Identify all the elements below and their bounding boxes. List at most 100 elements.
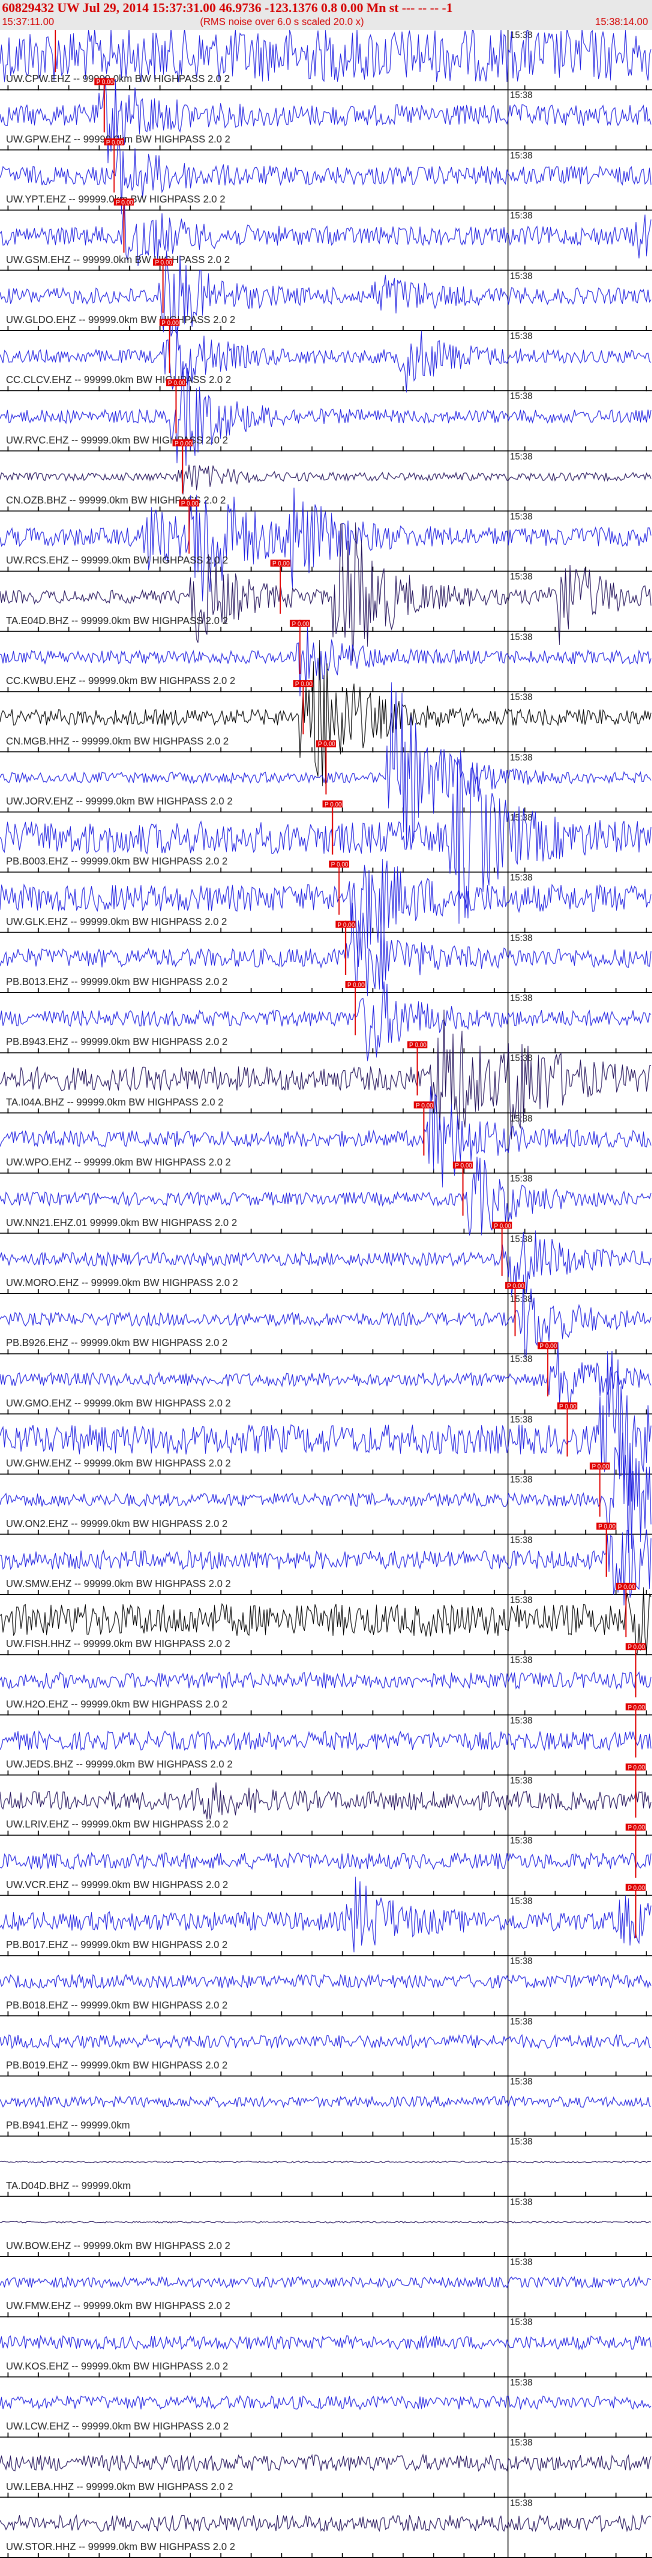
pick-label: P 0.00 (168, 381, 186, 387)
pick-label: P 0.00 (494, 1224, 512, 1230)
time-marker-label: 15:38 (510, 1174, 533, 1184)
pick-label: P 0.00 (292, 622, 310, 628)
pick-label: P 0.00 (155, 261, 173, 267)
trace-row: 15:38 TA.D04D.BHZ -- 99999.0km (0, 2136, 652, 2197)
p-pick: P 0.00 (625, 1643, 646, 1698)
trace-row: 15:38 UW.GMO.EHZ -- 99999.0km BW HIGHPASS… (0, 1342, 652, 1415)
time-marker-label: 15:38 (510, 2076, 533, 2086)
window-end-time: 15:38:14.00 (595, 17, 648, 28)
waveform (0, 1350, 652, 1506)
time-marker-label: 15:38 (510, 2438, 533, 2448)
trace-row: 15:38 UW.VCR.EHZ -- 99999.0km BW HIGHPASS… (0, 1823, 652, 1896)
station-label: PB.B017.EHZ -- 99999.0km BW HIGHPASS 2.0… (6, 1940, 228, 1951)
trace-row: 15:38 UW.BOW.EHZ -- 99999.0km BW HIGHPASS… (0, 2196, 652, 2258)
p-pick: P 0.00 (625, 1823, 646, 1878)
waveform (0, 2160, 652, 2164)
time-marker-label: 15:38 (510, 1414, 533, 1424)
time-marker-label: 15:38 (510, 632, 533, 642)
time-marker-label: 15:38 (510, 933, 533, 943)
pick-label: P 0.00 (598, 1525, 616, 1531)
pick-label: P 0.00 (347, 983, 365, 989)
pick-label: P 0.00 (592, 1465, 610, 1471)
time-marker-label: 15:38 (510, 1956, 533, 1966)
station-label: TA.I04A.BHZ -- 99999.0km BW HIGHPASS 2.0… (6, 1097, 224, 1108)
pick-label: P 0.00 (409, 1043, 427, 1049)
time-marker-label: 15:38 (510, 211, 533, 221)
time-marker-label: 15:38 (510, 1715, 533, 1725)
p-pick: P 0.00 (452, 1161, 473, 1216)
trace-row: 15:38 UW.LCW.EHZ -- 99999.0km BW HIGHPASS… (0, 2377, 652, 2438)
time-marker-label: 15:38 (510, 873, 533, 883)
trace-row: 15:38 UW.GLK.EHZ -- 99999.0km BW HIGHPASS… (0, 858, 652, 968)
station-label: UW.JEDS.BHZ -- 99999.0km BW HIGHPASS 2.0… (6, 1760, 233, 1771)
trace-row: 15:38 UW.FMW.EHZ -- 99999.0km BW HIGHPASS… (0, 2257, 652, 2318)
pick-label: P 0.00 (295, 682, 313, 688)
trace-row: 15:38 PB.B941.EHZ -- 99999.0km (0, 2076, 652, 2137)
time-marker-label: 15:38 (510, 2317, 533, 2327)
station-label: UW.GSM.EHZ -- 99999.0km BW HIGHPASS 2.0 … (6, 255, 230, 266)
pick-label: P 0.00 (416, 1103, 434, 1109)
time-marker-label: 15:38 (510, 1294, 533, 1304)
p-pick: P 0.00 (54, 30, 57, 73)
time-marker-label: 15:38 (510, 2377, 533, 2387)
trace-row: 15:38 UW.H2O.EHZ -- 99999.0km BW HIGHPASS… (0, 1643, 652, 1716)
waveform (0, 464, 652, 495)
trace-row: 15:38 UW.LRIV.EHZ -- 99999.0km BW HIGHPAS… (0, 1763, 652, 1836)
time-marker-label: 15:38 (510, 2257, 533, 2267)
trace-row: 15:38 UW.FISH.HHZ -- 99999.0km BW HIGHPAS… (0, 1582, 652, 1656)
pick-label: P 0.00 (540, 1344, 558, 1350)
station-label: UW.JORV.EHZ -- 99999.0km BW HIGHPASS 2.0… (6, 796, 233, 807)
trace-row: 15:38 UW.LEBA.HHZ -- 99999.0km BW HIGHPAS… (0, 2437, 652, 2498)
station-label: UW.NN21.EHZ.01 99999.0km BW HIGHPASS 2.0… (6, 1218, 237, 1229)
time-marker-label: 15:38 (510, 150, 533, 160)
station-label: UW.STOR.HHZ -- 99999.0km BW HIGHPASS 2.0… (6, 2542, 236, 2553)
pick-label: P 0.00 (455, 1164, 473, 1170)
station-label: UW.GLDO.EHZ -- 99999.0km BW HIGHPASS 2.0… (6, 315, 236, 326)
pick-label: P 0.00 (628, 1705, 646, 1711)
time-marker-label: 15:38 (510, 2137, 533, 2147)
time-marker-label: 15:38 (510, 391, 533, 401)
pick-label: P 0.00 (116, 201, 134, 207)
station-label: PB.B943.EHZ -- 99999.0km BW HIGHPASS 2.0… (6, 1037, 228, 1048)
waveform (0, 1730, 652, 1752)
waveform (0, 1009, 652, 1140)
station-label: UW.KOS.EHZ -- 99999.0km BW HIGHPASS 2.0 … (6, 2361, 229, 2372)
pick-label: P 0.00 (272, 562, 290, 568)
time-marker-label: 15:38 (510, 2498, 533, 2508)
waveform (0, 1973, 652, 1989)
station-label: PB.B019.EHZ -- 99999.0km BW HIGHPASS 2.0… (6, 2060, 228, 2071)
pick-label: P 0.00 (331, 863, 349, 869)
time-marker-label: 15:38 (510, 1113, 533, 1123)
station-label: UW.GLK.EHZ -- 99999.0km BW HIGHPASS 2.0 … (6, 917, 227, 928)
time-marker-label: 15:38 (510, 1234, 533, 1244)
time-marker-label: 15:38 (510, 1836, 533, 1846)
waveform (0, 2220, 652, 2224)
station-label: UW.LCW.EHZ -- 99999.0km BW HIGHPASS 2.0 … (6, 2422, 229, 2433)
station-label: UW.MORO.EHZ -- 99999.0km BW HIGHPASS 2.0… (6, 1278, 239, 1289)
waveform (0, 1782, 652, 1820)
station-label: UW.GHW.EHZ -- 99999.0km BW HIGHPASS 2.0 … (6, 1459, 231, 1470)
record-header: 60829432 UW Jul 29, 2014 15:37:31.00 46.… (0, 0, 652, 30)
waveform (0, 2513, 652, 2533)
trace-row: 15:38 UW.GSM.EHZ -- 99999.0km BW HIGHPASS… (0, 198, 652, 271)
station-label: UW.RCS.EHZ -- 99999.0km BW HIGHPASS 2.0 … (6, 556, 229, 567)
trace-row: 15:38 CC.CLCV.EHZ -- 99999.0km BW HIGHPAS… (0, 318, 652, 393)
trace-row: 15:38CN.OZB.BHZ -- 99999.0km BW HIGHPASS… (0, 439, 652, 512)
trace-row: 15:38 TA.E04D.BHZ -- 99999.0km BW HIGHPAS… (0, 522, 652, 662)
waveform (0, 522, 652, 662)
station-label: UW.ON2.EHZ -- 99999.0km BW HIGHPASS 2.0 … (6, 1519, 228, 1530)
p-pick: P 0.00 (335, 920, 356, 975)
p-pick: P 0.00 (413, 1101, 434, 1156)
trace-row: 15:38 UW.KOS.EHZ -- 99999.0km BW HIGHPASS… (0, 2317, 652, 2378)
time-marker-label: 15:38 (510, 692, 533, 702)
time-marker-label: 15:38 (510, 331, 533, 341)
trace-row: 15:38 UW.STOR.HHZ -- 99999.0km BW HIGHPAS… (0, 2497, 652, 2558)
station-label: UW.H2O.EHZ -- 99999.0km BW HIGHPASS 2.0 … (6, 1699, 228, 1710)
time-marker-label: 15:38 (510, 752, 533, 762)
trace-row: 15:38 TA.I04A.BHZ -- 99999.0km BW HIGHPAS… (0, 1009, 652, 1140)
time-marker-label: 15:38 (510, 30, 533, 40)
p-pick: P 0.00 (166, 379, 187, 434)
seismogram-record-section: 15:38 UW.CPW.EHZ -- 99999.0km BW HIGHPASS… (0, 30, 652, 2558)
time-marker-label: 15:38 (510, 512, 533, 522)
time-marker-label: 15:38 (510, 572, 533, 582)
